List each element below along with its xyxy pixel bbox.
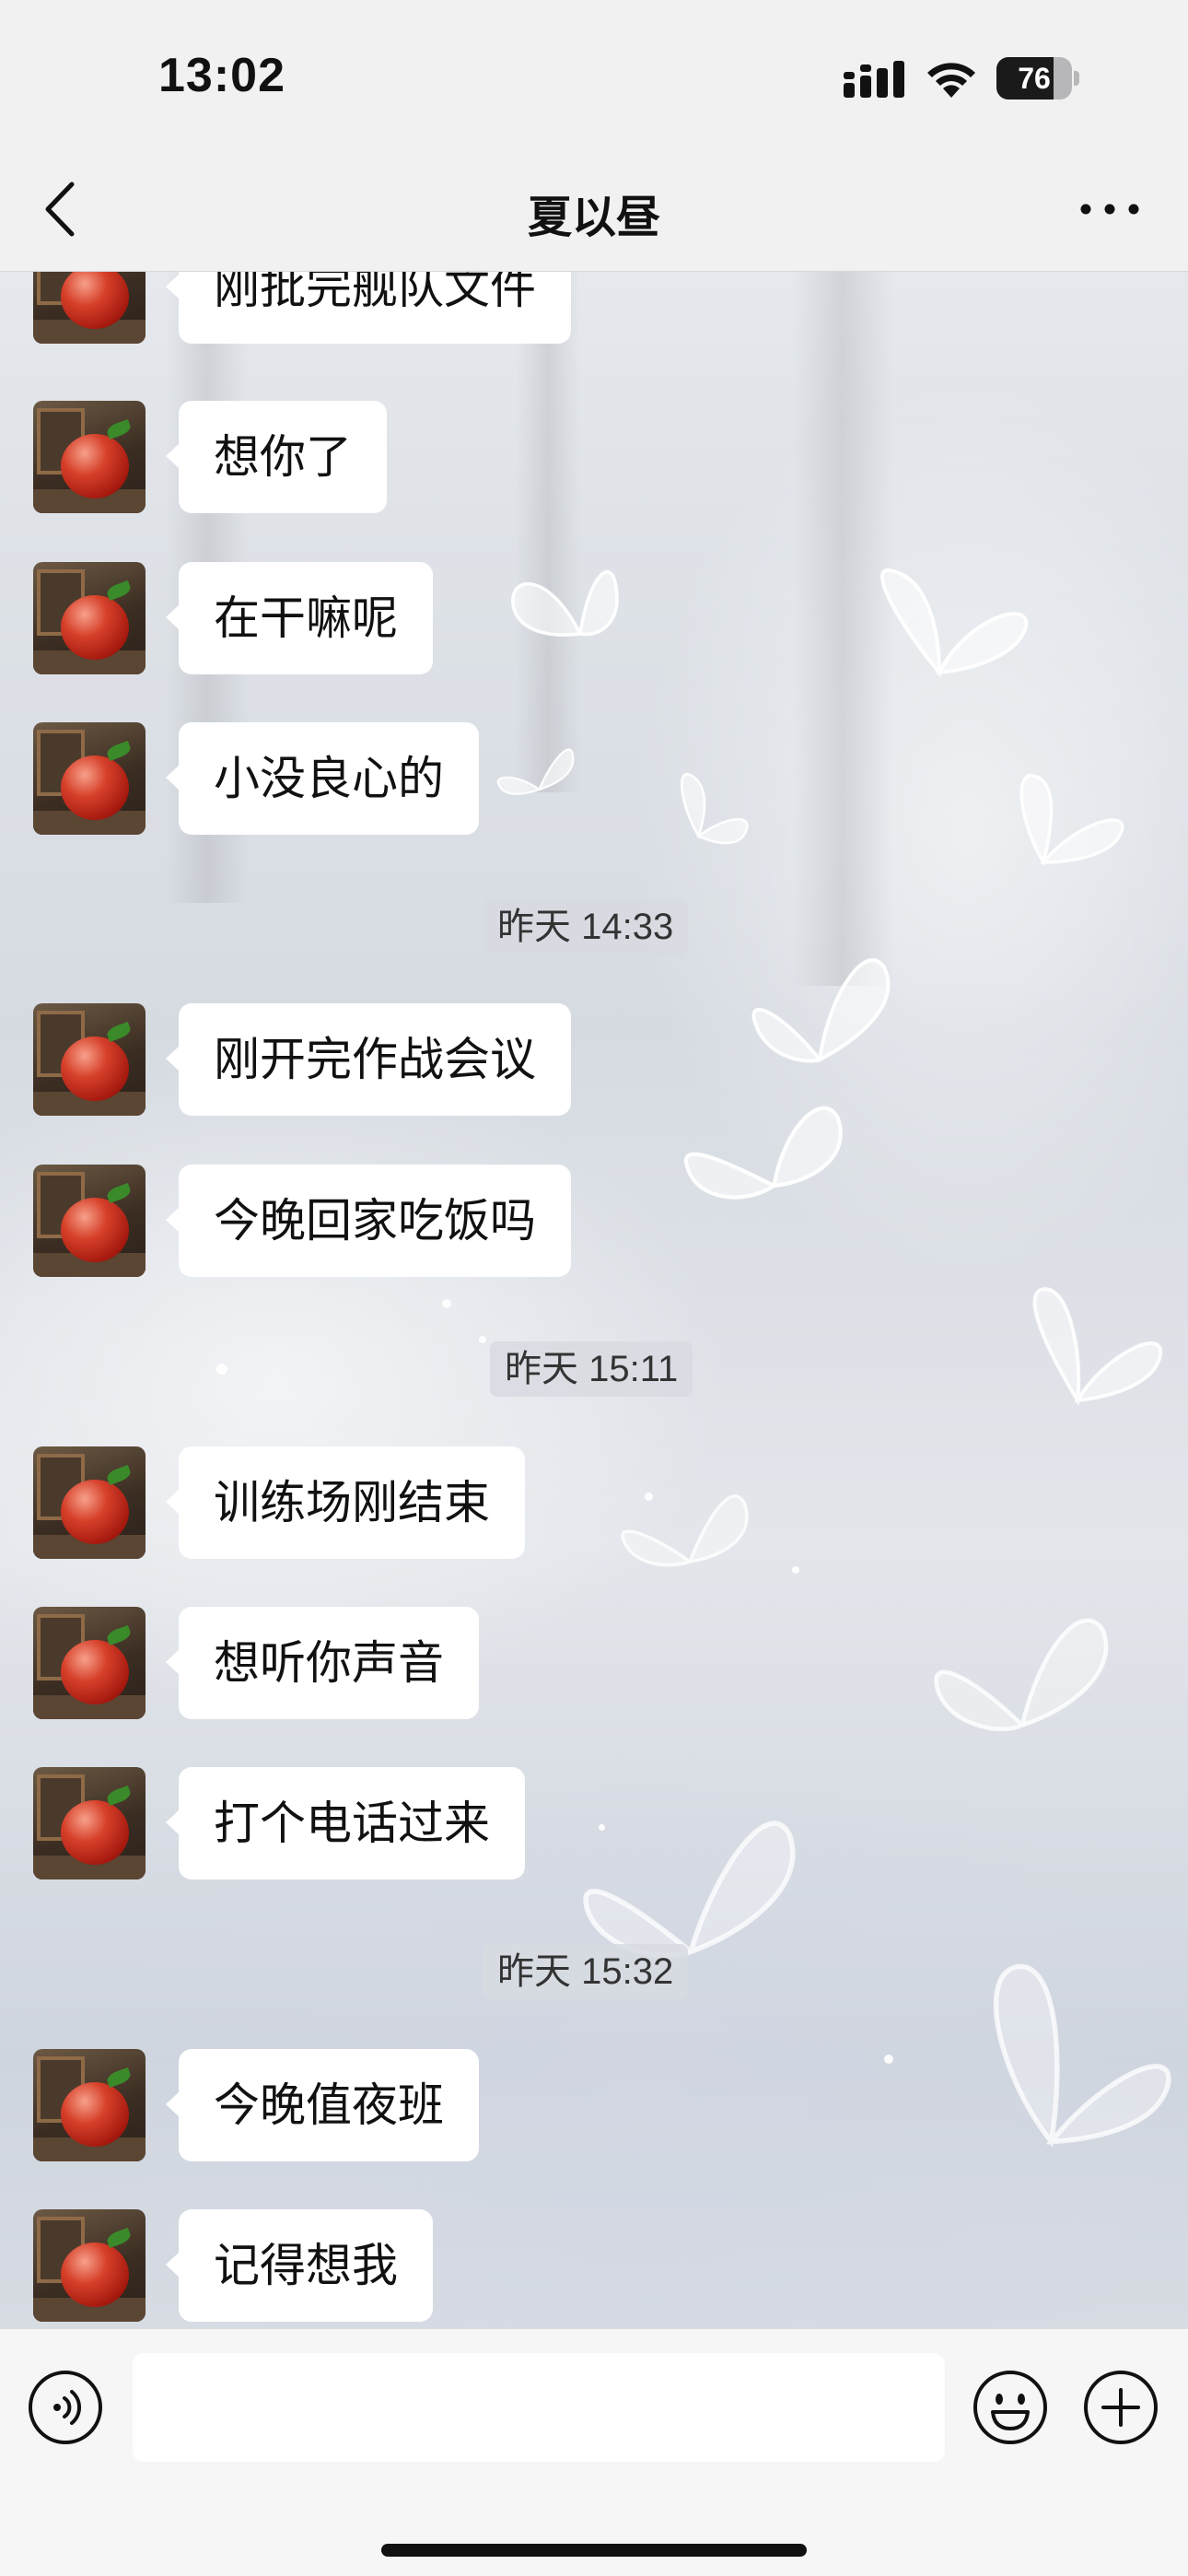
cellular-signal-icon xyxy=(844,61,904,98)
avatar-leaf xyxy=(105,418,133,440)
avatar-apple xyxy=(61,1198,129,1262)
battery-percentage: 76 xyxy=(1018,62,1051,95)
timestamp: 昨天 14:33 xyxy=(483,899,689,954)
avatar-leaf xyxy=(105,1464,133,1486)
avatar[interactable] xyxy=(33,562,146,674)
message-bubble[interactable]: 训练场刚结束 xyxy=(166,1446,525,1559)
status-time: 13:02 xyxy=(158,49,285,102)
chat-header: 夏以昼 xyxy=(0,147,1188,272)
avatar-apple xyxy=(61,1640,129,1704)
avatar-leaf xyxy=(105,2227,133,2249)
message-row: 想听你声音 xyxy=(0,1607,1188,1721)
avatar-leaf xyxy=(105,1182,133,1204)
voice-input-button[interactable] xyxy=(28,2370,103,2445)
message-row: 刚批完舰队文件 xyxy=(0,272,1188,345)
message-row: 记得想我 xyxy=(0,2209,1188,2324)
more-functions-button[interactable] xyxy=(1083,2370,1159,2445)
timestamp: 昨天 15:32 xyxy=(483,1944,689,1999)
avatar-apple xyxy=(61,434,129,498)
avatar-apple xyxy=(61,755,129,820)
avatar[interactable] xyxy=(33,2049,146,2161)
avatar-apple xyxy=(61,2082,129,2147)
message-bubble[interactable]: 小没良心的 xyxy=(166,722,479,835)
message-bubble[interactable]: 想你了 xyxy=(166,401,387,513)
message-row: 今晚值夜班 xyxy=(0,2049,1188,2163)
message-row: 刚开完作战会议 xyxy=(0,1003,1188,1118)
battery-icon: 76 xyxy=(996,57,1072,100)
avatar[interactable] xyxy=(33,2209,146,2322)
message-bubble[interactable]: 记得想我 xyxy=(166,2209,433,2322)
message-bubble[interactable]: 想听你声音 xyxy=(166,1607,479,1719)
avatar[interactable] xyxy=(33,1767,146,1879)
battery-tip xyxy=(1074,71,1079,86)
home-indicator xyxy=(381,2544,807,2557)
avatar-leaf xyxy=(105,580,133,602)
message-bubble[interactable]: 今晚回家吃饭吗 xyxy=(166,1165,571,1277)
avatar-apple xyxy=(61,1800,129,1865)
avatar[interactable] xyxy=(33,1165,146,1277)
avatar-leaf xyxy=(105,2067,133,2089)
message-row: 小没良心的 xyxy=(0,722,1188,837)
plus-icon xyxy=(1084,2371,1158,2444)
message-row: 今晚回家吃饭吗 xyxy=(0,1165,1188,1279)
message-bubble[interactable]: 打个电话过来 xyxy=(166,1767,525,1879)
message-row: 想你了 xyxy=(0,401,1188,515)
smiley-icon xyxy=(973,2371,1047,2444)
emoji-button[interactable] xyxy=(973,2370,1048,2445)
avatar[interactable] xyxy=(33,1003,146,1116)
back-button[interactable] xyxy=(35,175,90,243)
message-row: 在干嘛呢 xyxy=(0,562,1188,676)
timestamp: 昨天 15:11 xyxy=(490,1341,693,1397)
message-bubble[interactable]: 刚开完作战会议 xyxy=(166,1003,571,1116)
avatar[interactable] xyxy=(33,1607,146,1719)
avatar[interactable] xyxy=(33,1446,146,1559)
avatar-apple xyxy=(61,1036,129,1101)
avatar-apple xyxy=(61,1480,129,1544)
message-list[interactable]: 刚批完舰队文件想你了在干嘛呢小没良心的昨天 14:33 刚开完作战会议 今晚回家吃饭… xyxy=(0,272,1188,2328)
voice-icon xyxy=(29,2371,102,2444)
input-bar xyxy=(0,2328,1188,2576)
battery-indicator: 76 xyxy=(996,57,1081,100)
wifi-icon xyxy=(927,63,975,98)
chat-screen: 13:02 76 夏以昼 刚批完舰队文件 想你了 在干嘛呢 小没良心的 昨天 1… xyxy=(0,0,1188,2576)
avatar-leaf xyxy=(105,740,133,762)
message-bubble[interactable]: 今晚值夜班 xyxy=(166,2049,479,2161)
chevron-left-icon xyxy=(45,181,75,237)
avatar-leaf xyxy=(105,1021,133,1043)
status-bar: 13:02 76 xyxy=(0,0,1188,147)
message-input[interactable] xyxy=(133,2353,945,2462)
message-bubble[interactable]: 刚批完舰队文件 xyxy=(166,272,571,344)
avatar-leaf xyxy=(105,1785,133,1807)
message-row: 训练场刚结束 xyxy=(0,1446,1188,1561)
ellipsis-icon xyxy=(1080,204,1139,215)
message-row: 打个电话过来 xyxy=(0,1767,1188,1881)
avatar-apple xyxy=(61,2242,129,2307)
avatar[interactable] xyxy=(33,401,146,513)
avatar[interactable] xyxy=(33,722,146,835)
avatar[interactable] xyxy=(33,272,146,344)
avatar-apple xyxy=(61,595,129,660)
avatar-leaf xyxy=(105,1624,133,1646)
more-options-button[interactable] xyxy=(1076,184,1144,234)
message-bubble[interactable]: 在干嘛呢 xyxy=(166,562,433,674)
chat-title: 夏以昼 xyxy=(527,193,660,242)
